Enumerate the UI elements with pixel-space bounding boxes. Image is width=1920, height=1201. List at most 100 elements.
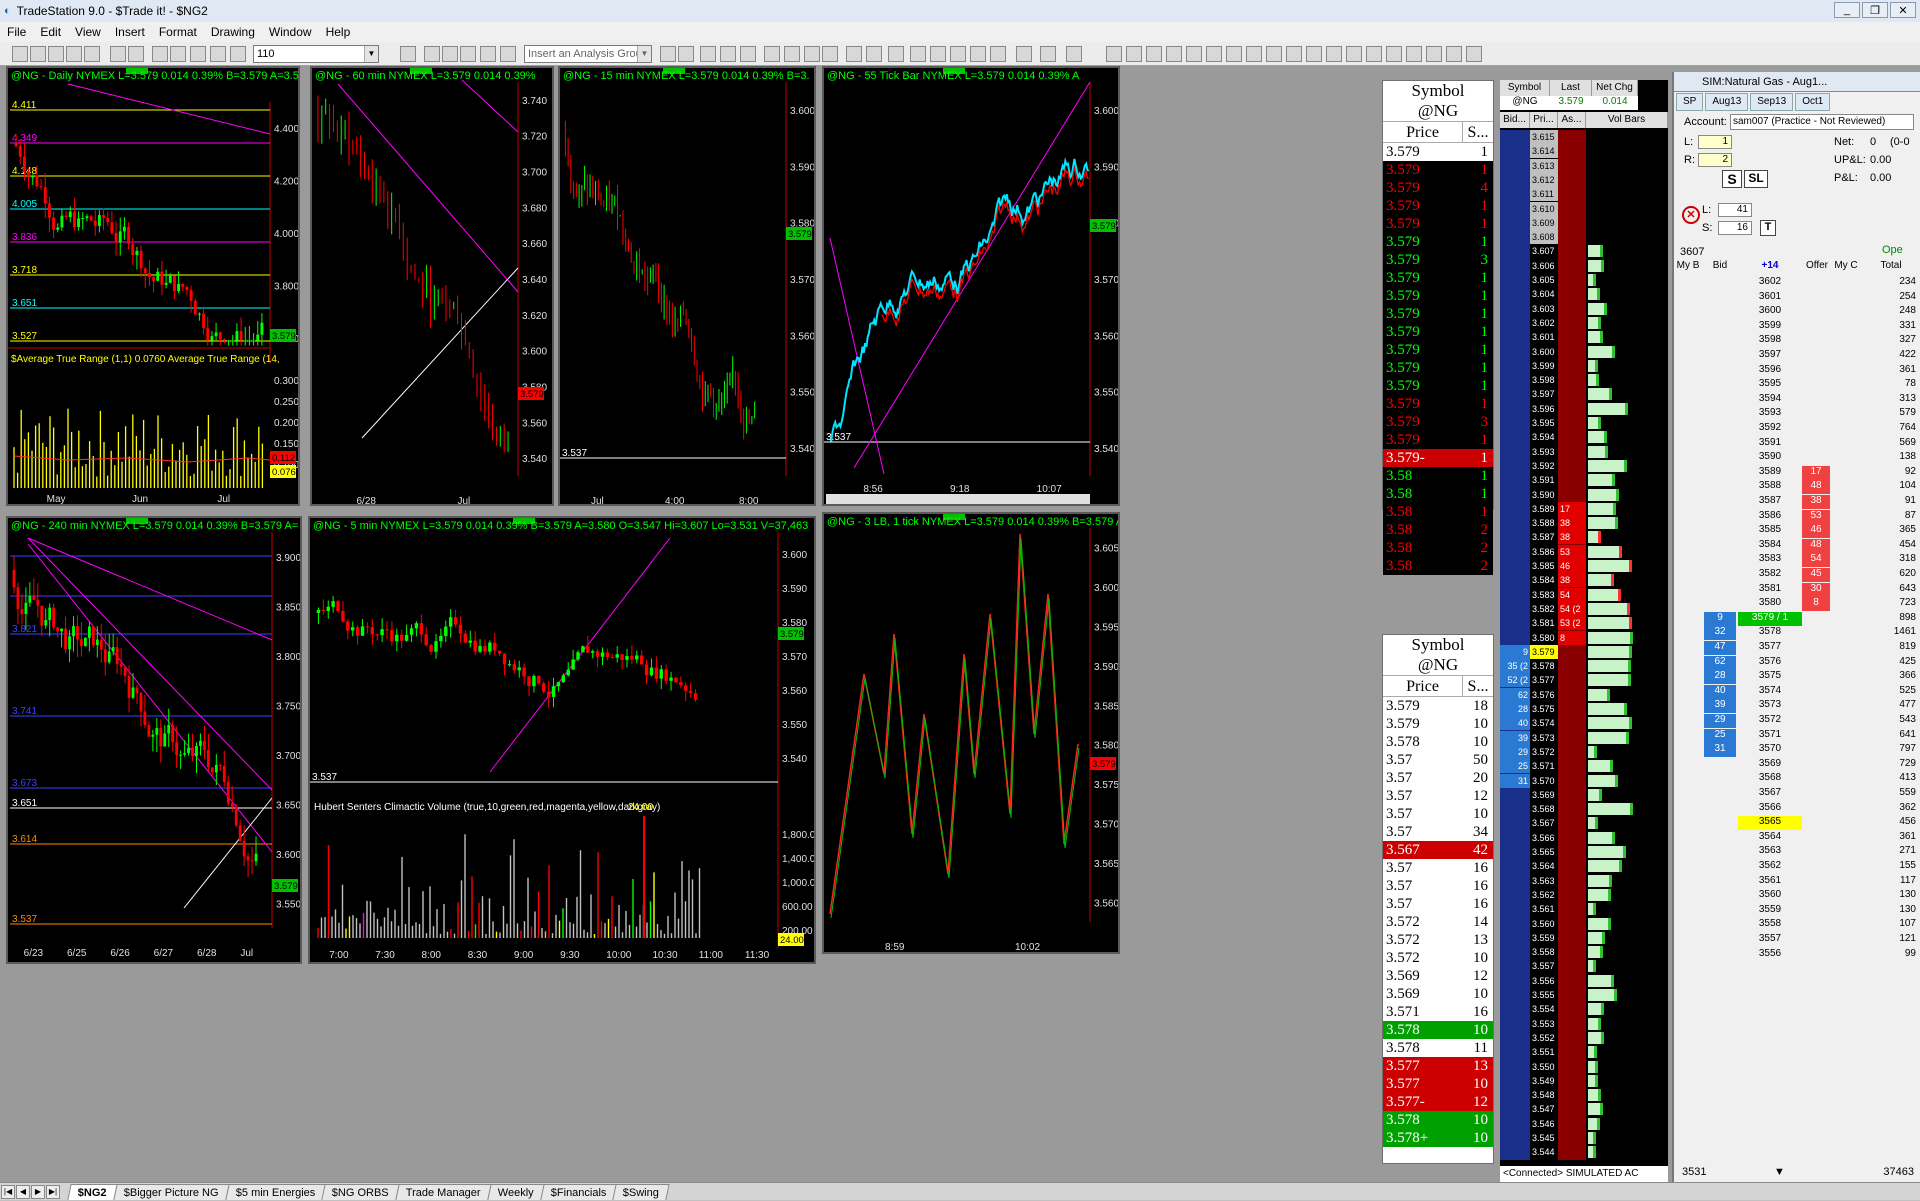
ladder-price[interactable]: 3.605 <box>1530 273 1558 287</box>
toolbar-tool-icon[interactable] <box>128 46 144 62</box>
contract-button[interactable]: Oct1 <box>1795 93 1831 111</box>
chart-daily[interactable]: @NG - Daily NYMEX L=3.579 0.014 0.39% B=… <box>6 66 300 506</box>
ladder-price[interactable]: 3.600 <box>1530 344 1558 359</box>
ladder-price[interactable]: 3.550 <box>1530 1059 1558 1074</box>
dom-header[interactable]: My B <box>1674 260 1702 274</box>
ladder-price[interactable]: 3.569 <box>1530 787 1558 802</box>
bid-size[interactable]: 40 <box>1500 716 1530 731</box>
ladder-price[interactable]: 3.561 <box>1530 902 1558 917</box>
ladder-price[interactable]: 3.613 <box>1530 158 1558 173</box>
interval-combo[interactable]: 110 ▼ <box>253 45 379 63</box>
ladder-price[interactable]: 3.562 <box>1530 887 1558 902</box>
qty-field[interactable]: 41 <box>1718 203 1752 217</box>
toolbar-tool-icon[interactable] <box>1246 46 1262 62</box>
restore-button[interactable]: ❐ <box>1862 2 1888 18</box>
ladder-price[interactable]: 3.580 <box>1530 630 1558 645</box>
cancel-icon[interactable]: ✕ <box>1682 206 1700 224</box>
toolbar-tool-icon[interactable] <box>110 46 126 62</box>
minimize-button[interactable]: _ <box>1834 2 1860 18</box>
ladder-col-col_netchg[interactable]: Net Chg <box>1592 80 1638 96</box>
dom-price[interactable]: 3563 <box>1738 845 1802 859</box>
tab-financials[interactable]: $Financials <box>539 1183 617 1200</box>
toolbar-tool-icon[interactable] <box>230 46 246 62</box>
toolbar-tool-icon[interactable] <box>910 46 926 62</box>
bid-size[interactable]: 35 (2 <box>1500 659 1530 674</box>
ladder-price[interactable]: 3.571 <box>1530 759 1558 774</box>
ladder-price[interactable]: 3.577 <box>1530 673 1558 688</box>
menu-insert[interactable]: Insert <box>108 25 152 39</box>
menu-help[interactable]: Help <box>319 25 358 39</box>
ladder-price[interactable]: 3.563 <box>1530 873 1558 888</box>
dom-bid[interactable]: 32 <box>1704 626 1736 641</box>
tab-ng2[interactable]: $NG2 <box>67 1183 118 1200</box>
toolbar-tool-icon[interactable] <box>1366 46 1382 62</box>
ladder-price[interactable]: 3.585 <box>1530 559 1558 573</box>
toolbar-tool-icon[interactable] <box>846 46 862 62</box>
bid-size[interactable]: 31 <box>1500 773 1530 788</box>
toolbar-tool-icon[interactable] <box>424 46 440 62</box>
dom-offer[interactable]: 8 <box>1802 597 1830 612</box>
toolbar-tool-icon[interactable] <box>442 46 458 62</box>
dom-bid[interactable]: 39 <box>1704 699 1736 714</box>
toolbar-tool-icon[interactable] <box>460 46 476 62</box>
ask-size[interactable]: 53 <box>1558 544 1586 559</box>
tab-swing[interactable]: $Swing <box>612 1183 670 1200</box>
ladder-price[interactable]: 3.586 <box>1530 544 1558 559</box>
toolbar-tool-icon[interactable] <box>740 46 756 62</box>
dom-price[interactable]: 3602 <box>1738 276 1802 290</box>
ladder-subheader[interactable]: Bid... <box>1500 112 1530 128</box>
ask-size[interactable]: 8 <box>1558 630 1586 645</box>
ladder-col-col_last[interactable]: Last <box>1550 80 1592 96</box>
chart-3lb[interactable]: @NG - 3 LB, 1 tick NYMEX L=3.579 0.014 0… <box>822 512 1120 954</box>
dom-price[interactable]: 3601 <box>1738 291 1802 305</box>
toolbar-tool-icon[interactable] <box>84 46 100 62</box>
ladder-price[interactable]: 3.553 <box>1530 1016 1558 1031</box>
ladder-price[interactable]: 3.615 <box>1530 130 1558 144</box>
analysis-group-combo[interactable]: Insert an Analysis Group ▼ <box>524 45 652 63</box>
toolbar-tool-icon[interactable] <box>48 46 64 62</box>
ladder-price[interactable]: 3.590 <box>1530 487 1558 502</box>
dom-price[interactable]: 3574 <box>1738 685 1802 699</box>
toolbar-tool-icon[interactable] <box>822 46 838 62</box>
ladder-price[interactable]: 3.599 <box>1530 358 1558 373</box>
dom-offer[interactable]: 45 <box>1802 568 1830 582</box>
ladder-col-col_symbol[interactable]: Symbol <box>1500 80 1550 96</box>
dom-offer[interactable]: 17 <box>1802 465 1830 480</box>
toolbar-tool-icon[interactable] <box>970 46 986 62</box>
dom-bid[interactable]: 29 <box>1704 714 1736 728</box>
ladder-price[interactable]: 3.575 <box>1530 702 1558 716</box>
dom-price[interactable]: 3595 <box>1738 378 1802 392</box>
ladder-price[interactable]: 3.606 <box>1530 258 1558 273</box>
dom-offer[interactable]: 48 <box>1802 480 1830 495</box>
ladder-subheader[interactable]: As... <box>1558 112 1586 128</box>
toolbar-tool-icon[interactable] <box>1266 46 1282 62</box>
dom-price[interactable]: 3567 <box>1738 787 1802 801</box>
bid-size[interactable]: 52 (2 <box>1500 673 1530 688</box>
dom-price[interactable]: 3560 <box>1738 889 1802 903</box>
ladder-price[interactable]: 3.576 <box>1530 687 1558 702</box>
toolbar-tool-icon[interactable] <box>1016 46 1032 62</box>
ladder-price[interactable]: 3.595 <box>1530 416 1558 430</box>
dom-price[interactable]: 3587 <box>1738 495 1802 509</box>
ladder-price[interactable]: 3.579 <box>1530 644 1558 659</box>
ladder-price[interactable]: 3.584 <box>1530 573 1558 588</box>
dom-price[interactable]: 3580 <box>1738 597 1802 611</box>
dom-header[interactable]: Total <box>1860 260 1920 274</box>
dom-price[interactable]: 3590 <box>1738 451 1802 465</box>
tab-last-icon[interactable]: ▶| <box>46 1184 60 1199</box>
dom-offer[interactable]: 38 <box>1802 495 1830 509</box>
dom-price[interactable]: 3592 <box>1738 422 1802 436</box>
toolbar-tool-icon[interactable] <box>660 46 676 62</box>
ladder-price[interactable]: 3.598 <box>1530 373 1558 388</box>
toolbar-tool-icon[interactable] <box>1406 46 1422 62</box>
dom-price[interactable]: 3598 <box>1738 334 1802 348</box>
toolbar-tool-icon[interactable] <box>1286 46 1302 62</box>
ladder-price[interactable]: 3.570 <box>1530 773 1558 788</box>
chart-15min[interactable]: @NG - 15 min NYMEX L=3.579 0.014 0.39% B… <box>558 66 816 506</box>
toolbar-tool-icon[interactable] <box>1066 46 1082 62</box>
toolbar-tool-icon[interactable] <box>678 46 694 62</box>
chart-240min[interactable]: @NG - 240 min NYMEX L=3.579 0.014 0.39% … <box>6 516 302 964</box>
dom-price[interactable]: 3569 <box>1738 758 1802 772</box>
dom-price[interactable]: 3559 <box>1738 904 1802 918</box>
dom-bid[interactable]: 25 <box>1704 728 1736 743</box>
